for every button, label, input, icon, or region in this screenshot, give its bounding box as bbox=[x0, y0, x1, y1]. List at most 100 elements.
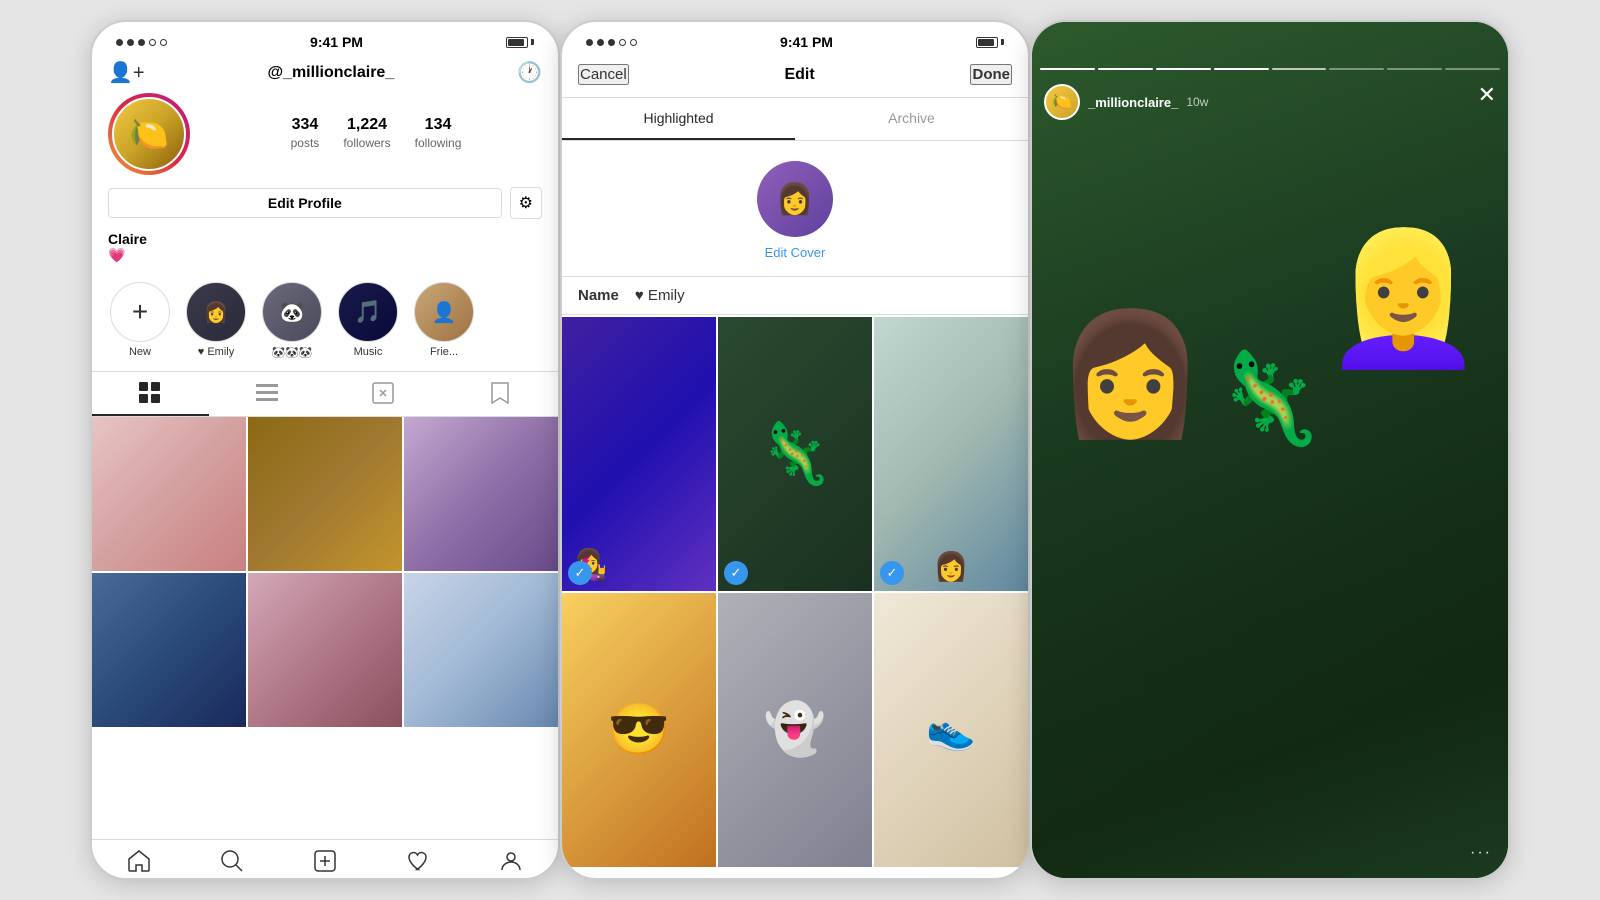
highlight-label-pets: 🐼🐼🐼 bbox=[271, 346, 312, 359]
edit-title: Edit bbox=[784, 66, 814, 84]
battery-2 bbox=[976, 37, 1004, 48]
settings-button[interactable]: ⚙ bbox=[510, 187, 542, 219]
nav-add[interactable] bbox=[278, 850, 371, 872]
story-2: 🦎 bbox=[718, 317, 872, 591]
story-cell-4[interactable]: 😎 bbox=[562, 593, 716, 867]
tab-archive[interactable]: Archive bbox=[795, 98, 1028, 140]
avatar-container[interactable]: 🍋 bbox=[108, 93, 190, 175]
tab-list[interactable] bbox=[209, 372, 326, 416]
story-check-2: ✓ bbox=[724, 561, 748, 585]
status-bar-2: 9:41 PM bbox=[562, 22, 1028, 56]
story-cell-2[interactable]: 🦎 ✓ bbox=[718, 317, 872, 591]
posts-label: posts bbox=[291, 136, 320, 150]
edit-profile-button[interactable]: Edit Profile bbox=[108, 188, 502, 218]
story-cell-3[interactable]: 👩 ✓ bbox=[874, 317, 1028, 591]
name-row: Name ♥ Emily bbox=[562, 276, 1028, 315]
story-close-button[interactable]: ✕ bbox=[1478, 82, 1496, 108]
highlight-circle-emily: 👩 bbox=[186, 282, 246, 342]
story-1: 👩‍🎤 bbox=[562, 317, 716, 591]
done-button[interactable]: Done bbox=[970, 64, 1012, 85]
signal-dots bbox=[116, 39, 167, 46]
avatar-ring: 🍋 bbox=[108, 93, 190, 175]
name-value[interactable]: ♥ Emily bbox=[635, 287, 685, 304]
story-5: 👻 bbox=[718, 593, 872, 867]
photo-cell-6[interactable] bbox=[404, 573, 558, 727]
dot-3 bbox=[138, 39, 145, 46]
stories-grid: 👩‍🎤 ✓ 🦎 ✓ 👩 ✓ 😎 👻 👟 bbox=[562, 315, 1028, 867]
progress-8 bbox=[1445, 68, 1500, 70]
story-cell-5[interactable]: 👻 bbox=[718, 593, 872, 867]
progress-3 bbox=[1156, 68, 1211, 70]
story-username: _millionclaire_ bbox=[1088, 95, 1178, 110]
story-3: 👩 bbox=[874, 317, 1028, 591]
story-cell-1[interactable]: 👩‍🎤 ✓ bbox=[562, 317, 716, 591]
status-bar-1: 9:41 PM bbox=[92, 22, 558, 56]
display-name: Claire bbox=[108, 231, 542, 247]
photo-cell-5[interactable] bbox=[248, 573, 402, 727]
story-avatar[interactable]: 🍋 bbox=[1044, 84, 1080, 120]
highlight-circle-pets: 🐼 bbox=[262, 282, 322, 342]
dot2-4 bbox=[619, 39, 626, 46]
post-tabs bbox=[92, 371, 558, 417]
tab-highlighted[interactable]: Highlighted bbox=[562, 98, 795, 140]
photo-cell-2[interactable] bbox=[248, 417, 402, 571]
profile-info-row: 🍋 334 posts 1,224 followers 134 followin… bbox=[92, 93, 558, 187]
highlight-label-music: Music bbox=[354, 346, 383, 358]
nav-search[interactable] bbox=[185, 850, 278, 872]
progress-7 bbox=[1387, 68, 1442, 70]
story-time: 10w bbox=[1186, 95, 1208, 109]
nav-home[interactable] bbox=[92, 850, 185, 872]
photo-cell-3[interactable] bbox=[404, 417, 558, 571]
profile-name-section: Claire 💗 bbox=[92, 231, 558, 274]
dot2-3 bbox=[608, 39, 615, 46]
battery-1 bbox=[506, 37, 534, 48]
tab-saved[interactable] bbox=[442, 372, 559, 416]
photo-cell-1[interactable] bbox=[92, 417, 246, 571]
photo-grid bbox=[92, 417, 558, 727]
cancel-button[interactable]: Cancel bbox=[578, 64, 629, 85]
highlight-pets[interactable]: 🐼 🐼🐼🐼 bbox=[260, 282, 324, 359]
screen-edit: 9:41 PM Cancel Edit Done Highlighted Arc… bbox=[560, 20, 1030, 880]
history-button[interactable]: 🕐 bbox=[517, 60, 542, 85]
status-time-2: 9:41 PM bbox=[780, 34, 833, 50]
highlight-emily[interactable]: 👩 ♥ Emily bbox=[184, 282, 248, 359]
story-cell-6[interactable]: 👟 bbox=[874, 593, 1028, 867]
tab-grid[interactable] bbox=[92, 372, 209, 416]
photo-2 bbox=[248, 417, 402, 571]
name-label: Name bbox=[578, 287, 619, 304]
stat-following: 134 following bbox=[415, 116, 462, 152]
dot-4 bbox=[149, 39, 156, 46]
cover-section: 👩 Edit Cover bbox=[562, 141, 1028, 276]
avatar: 🍋 bbox=[112, 97, 186, 171]
profile-header: 👤+ @_millionclaire_ 🕐 bbox=[92, 56, 558, 93]
highlight-circle-new: + bbox=[110, 282, 170, 342]
tab-tagged[interactable] bbox=[325, 372, 442, 416]
photo-5 bbox=[248, 573, 402, 727]
signal-dots-2 bbox=[586, 39, 637, 46]
posts-count: 334 bbox=[291, 116, 320, 134]
photo-1 bbox=[92, 417, 246, 571]
nav-heart[interactable] bbox=[372, 850, 465, 872]
dot-1 bbox=[116, 39, 123, 46]
edit-tabs: Highlighted Archive bbox=[562, 98, 1028, 141]
screen-story: 👩 👱‍♀️ 🦎 🍋 _millionclaire_ 10w ✕ ··· bbox=[1030, 20, 1510, 880]
photo-cell-4[interactable] bbox=[92, 573, 246, 727]
progress-1 bbox=[1040, 68, 1095, 70]
nav-profile[interactable] bbox=[465, 850, 558, 872]
edit-cover-button[interactable]: Edit Cover bbox=[765, 245, 826, 260]
add-account-button[interactable]: 👤+ bbox=[108, 60, 145, 85]
story-view: 👩 👱‍♀️ 🦎 🍋 _millionclaire_ 10w ✕ ··· bbox=[1032, 22, 1508, 878]
following-label: following bbox=[415, 136, 462, 150]
highlight-friends[interactable]: 👤 Frie... bbox=[412, 282, 476, 359]
highlight-music[interactable]: 🎵 Music bbox=[336, 282, 400, 359]
progress-6 bbox=[1329, 68, 1384, 70]
progress-5 bbox=[1272, 68, 1327, 70]
story-more-button[interactable]: ··· bbox=[1470, 844, 1492, 862]
highlight-new[interactable]: + New bbox=[108, 282, 172, 359]
followers-label: followers bbox=[343, 136, 390, 150]
highlights-scroll: + New 👩 ♥ Emily 🐼 🐼🐼🐼 🎵 Music 👤 Frie... bbox=[92, 274, 558, 371]
story-6: 👟 bbox=[874, 593, 1028, 867]
profile-emoji: 💗 bbox=[108, 247, 542, 264]
story-header: 🍋 _millionclaire_ 10w bbox=[1032, 78, 1508, 126]
story-check-3: ✓ bbox=[880, 561, 904, 585]
